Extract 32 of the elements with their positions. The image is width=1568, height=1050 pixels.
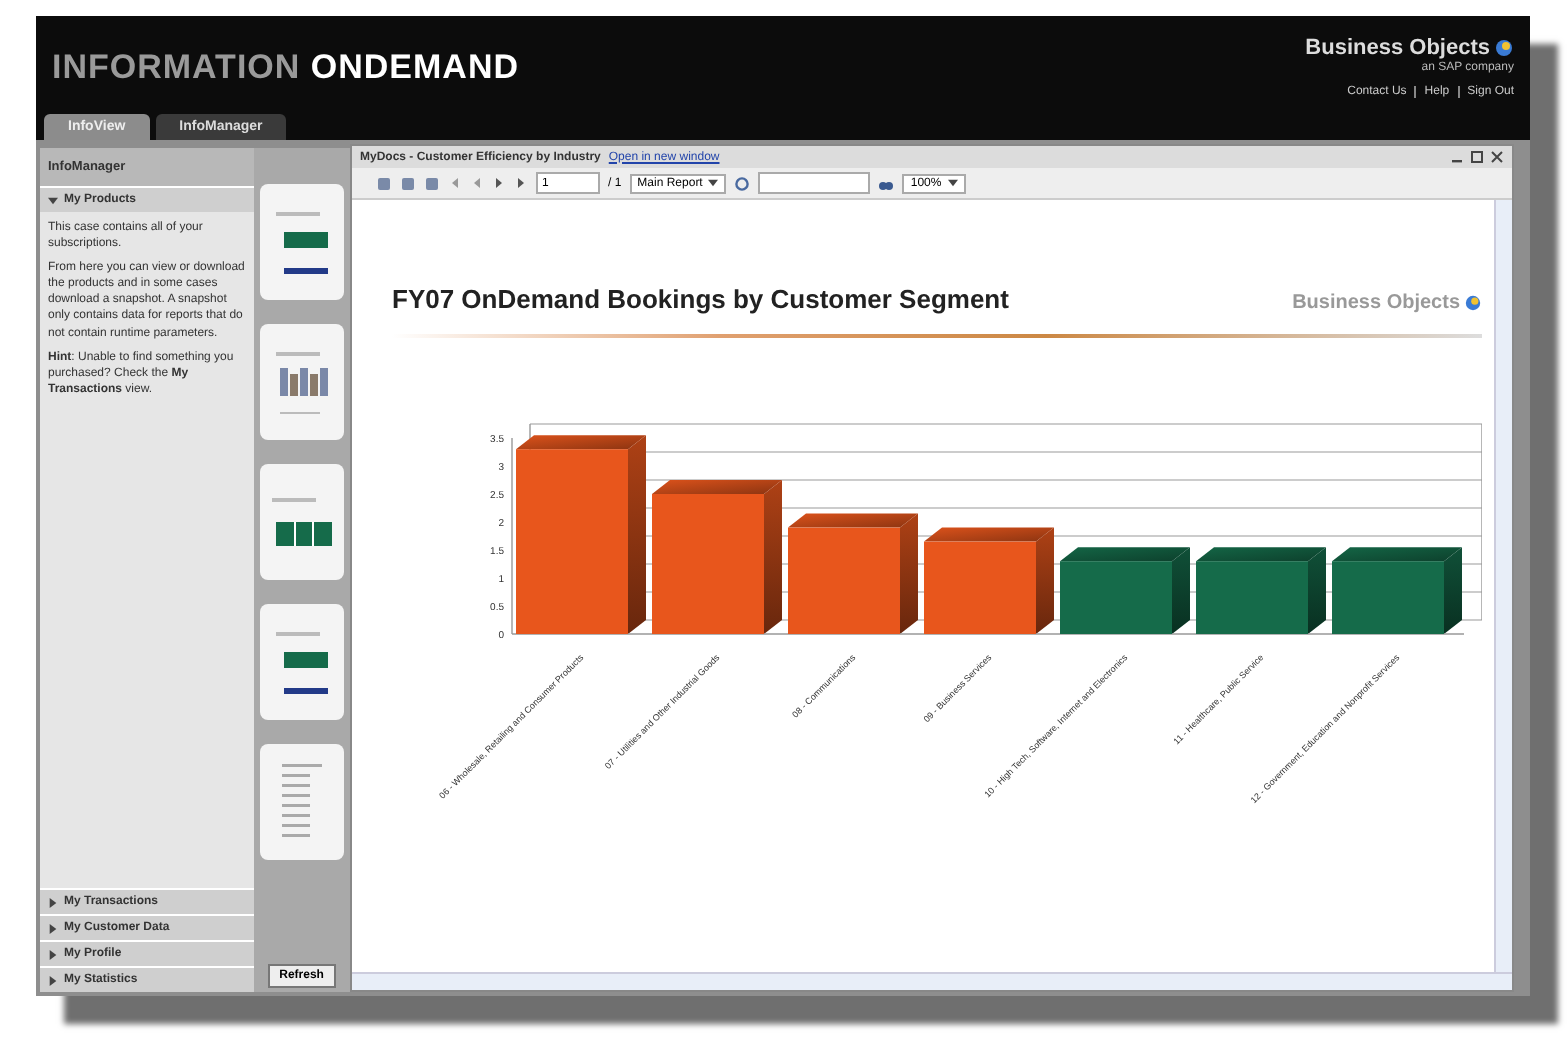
- report-title: FY07 OnDemand Bookings by Customer Segment: [392, 284, 1009, 314]
- thumbnail-drawing: [275, 631, 328, 693]
- search-field[interactable]: [758, 172, 871, 194]
- report-thumbnail[interactable]: [259, 744, 344, 860]
- next-page-icon[interactable]: [492, 176, 506, 190]
- report-thumbnail[interactable]: [259, 324, 344, 440]
- expand-caret-icon: [48, 949, 58, 959]
- thumbnail-drawing: [275, 351, 328, 413]
- vertical-scrollbar[interactable]: [1494, 200, 1512, 972]
- expand-caret-icon: [48, 975, 58, 985]
- thumbnail-drawing: [271, 498, 332, 546]
- thumbnail-drawing: [281, 764, 322, 840]
- logo-icon: [1494, 38, 1514, 58]
- brand-title: INFORMATION ONDEMAND: [50, 46, 520, 88]
- maximize-icon[interactable]: [1470, 150, 1484, 164]
- report-logo: Business Objects: [1292, 292, 1460, 314]
- report-thumbnail[interactable]: [259, 464, 344, 580]
- close-icon[interactable]: [1490, 150, 1504, 164]
- expand-caret-icon: [48, 923, 58, 933]
- previous-page-icon[interactable]: [470, 176, 484, 190]
- expand-caret-icon: [48, 897, 58, 907]
- dropdown-caret-icon: [947, 177, 958, 187]
- horizontal-scrollbar[interactable]: [352, 972, 1512, 990]
- collapse-caret-icon: [48, 195, 58, 205]
- report-thumbnail[interactable]: [259, 604, 344, 720]
- first-page-icon[interactable]: [448, 176, 462, 190]
- thumbnail-drawing: [275, 211, 328, 273]
- logo-icon: [1464, 294, 1482, 312]
- last-page-icon[interactable]: [514, 176, 528, 190]
- company-logo: Business Objects: [1305, 36, 1490, 60]
- dropdown-caret-icon: [708, 177, 719, 187]
- report-thumbnail[interactable]: [259, 184, 344, 300]
